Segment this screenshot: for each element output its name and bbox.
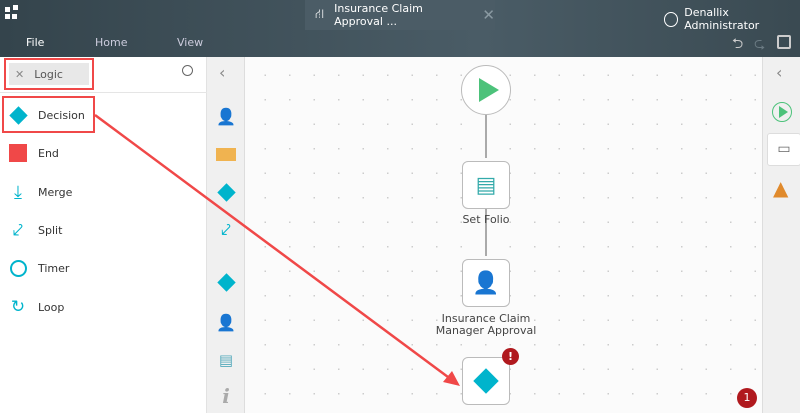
warning-icon[interactable]: ▲ xyxy=(773,176,788,200)
properties-icon[interactable]: ▭ xyxy=(767,133,800,166)
error-count-badge[interactable]: 1 xyxy=(737,388,757,408)
expand-right-icon[interactable]: ‹ xyxy=(776,63,782,82)
run-icon[interactable] xyxy=(772,102,792,122)
annotation-arrow xyxy=(94,113,460,386)
right-panel: ‹ ▭ ▲ xyxy=(762,57,800,413)
